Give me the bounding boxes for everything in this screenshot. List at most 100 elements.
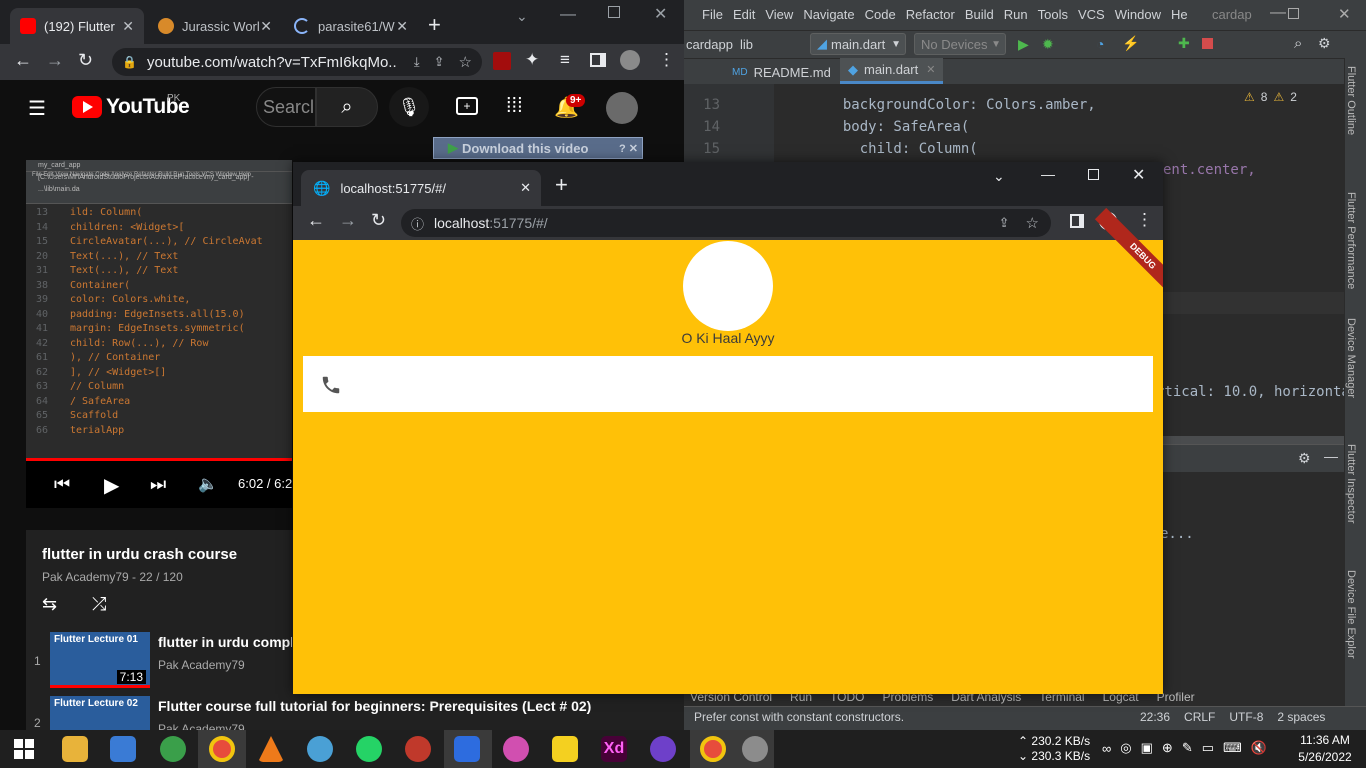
device-select[interactable]: No Devices ▼ [914, 33, 1006, 55]
menu-item[interactable]: Window [1115, 7, 1161, 22]
bookmark-star-icon[interactable]: ☆ [1026, 214, 1039, 232]
debug-icon[interactable]: ✹ [1042, 36, 1054, 53]
tab-youtube[interactable]: (192) Flutter ✕ [10, 8, 144, 44]
tab-parasite[interactable]: parasite61/W ✕ [284, 8, 418, 44]
back-arrow-icon[interactable]: ← [307, 210, 325, 231]
menu-item[interactable]: He [1171, 7, 1188, 22]
settings-app-icon[interactable] [405, 736, 431, 762]
chrome-menu-icon[interactable]: ⋮ [658, 50, 675, 70]
menu-item[interactable]: File [702, 7, 723, 22]
profile-icon[interactable]: ◔ [1096, 36, 1104, 52]
display-icon[interactable]: ▣ [1141, 740, 1153, 756]
gradle-icon[interactable]: ✚ [1178, 35, 1190, 52]
horizontal-scrollbar[interactable] [1152, 436, 1344, 444]
playlist-item-title[interactable]: flutter in urdu comple [158, 634, 292, 650]
youtube-logo-icon[interactable] [72, 96, 102, 118]
globe-app-icon[interactable] [307, 736, 333, 762]
hamburger-menu-icon[interactable]: ☰ [28, 96, 46, 121]
side-panel-icon[interactable] [590, 53, 606, 67]
pen-icon[interactable]: ✎ [1182, 740, 1193, 756]
right-panel-tab[interactable]: Flutter Outline [1345, 66, 1357, 166]
mute-icon[interactable]: 🔇 [1251, 740, 1267, 756]
search-input[interactable]: Searcl [256, 87, 316, 127]
right-panel-tab[interactable]: Device Manager [1345, 318, 1357, 418]
video-progress-bar[interactable] [26, 458, 292, 461]
extensions-puzzle-icon[interactable]: ✦ [525, 50, 539, 70]
caret-position[interactable]: 22:36 [1140, 710, 1170, 724]
play-icon[interactable]: ▶ [104, 473, 119, 498]
forward-arrow-icon[interactable]: → [46, 50, 64, 71]
help-icon[interactable]: ? ✕ [619, 142, 638, 155]
run-icon[interactable]: ▶ [1018, 36, 1029, 53]
tab-main-dart[interactable]: ◆ main.dart ✕ [840, 58, 944, 84]
menu-item[interactable]: Run [1004, 7, 1028, 22]
loop-icon[interactable]: ⇆ [42, 594, 57, 615]
right-panel-tab[interactable]: Flutter Performance [1345, 192, 1357, 292]
minimize-icon[interactable]: — [560, 6, 576, 24]
file-explorer-icon[interactable] [62, 736, 88, 762]
word-app-icon[interactable] [454, 736, 480, 762]
back-arrow-icon[interactable]: ← [14, 50, 32, 71]
keyboard-icon[interactable]: ⌨ [1223, 740, 1242, 756]
close-icon[interactable]: ✕ [520, 180, 531, 196]
profile-avatar[interactable] [620, 50, 640, 70]
menu-item[interactable]: Refactor [906, 7, 955, 22]
close-window-icon[interactable]: ✕ [654, 4, 667, 24]
menu-item[interactable]: Code [865, 7, 896, 22]
status-message[interactable]: Prefer const with constant constructors. [694, 710, 904, 724]
edge-icon[interactable] [160, 736, 186, 762]
address-bar[interactable]: 🔒 youtube.com/watch?v=TxFmI6kqMo... ⤓ ⇪ … [112, 48, 482, 76]
right-panel-tab[interactable]: Device File Explor [1345, 570, 1357, 670]
forward-arrow-icon[interactable]: → [339, 210, 357, 231]
close-window-icon[interactable]: ✕ [1132, 165, 1145, 185]
breadcrumb-lib[interactable]: lib [740, 37, 753, 52]
menu-item[interactable]: View [765, 7, 793, 22]
apps-grid-icon[interactable]: ⁞⁞⁞ [506, 95, 523, 118]
network-icon[interactable]: ⊕ [1162, 740, 1173, 756]
maximize-icon[interactable] [1088, 169, 1099, 180]
tab-search-chevron-icon[interactable]: ⌄ [993, 168, 1005, 185]
close-icon[interactable]: ✕ [260, 18, 272, 35]
audio-extension-icon[interactable] [493, 52, 511, 70]
account-avatar[interactable] [606, 92, 638, 124]
store-icon[interactable] [110, 736, 136, 762]
adobe-xd-icon[interactable]: Xd [601, 736, 627, 762]
github-icon[interactable] [650, 736, 676, 762]
thumbnail-lecture-1[interactable]: Flutter Lecture 01 7:13 [50, 632, 150, 688]
playlist-item-title[interactable]: Flutter course full tutorial for beginne… [158, 698, 591, 714]
chrome-taskbar-icon[interactable] [700, 736, 726, 762]
pp-app-icon[interactable] [552, 736, 578, 762]
close-icon[interactable]: ✕ [396, 18, 408, 35]
whatsapp-icon[interactable] [356, 736, 382, 762]
address-bar[interactable]: ⓘ localhost :51775/#/ ⇪ ☆ [401, 209, 1051, 237]
stop-icon[interactable] [1202, 38, 1213, 49]
start-windows-icon[interactable] [14, 739, 34, 759]
media-queue-icon[interactable]: ≡ [560, 50, 570, 70]
install-icon[interactable]: ⤓ [414, 54, 420, 70]
share-icon[interactable]: ⇪ [999, 215, 1010, 231]
minimize-icon[interactable]: — [1041, 166, 1055, 182]
indent-setting[interactable]: 2 spaces [1277, 710, 1325, 724]
create-video-icon[interactable]: + [456, 97, 478, 115]
menu-item[interactable]: VCS [1078, 7, 1105, 22]
ide-close-icon[interactable]: ✕ [1338, 5, 1351, 23]
menu-item[interactable]: Build [965, 7, 994, 22]
reload-icon[interactable]: ↻ [371, 210, 386, 231]
link-icon[interactable]: ∞ [1102, 741, 1111, 756]
panel-hide-icon[interactable]: — [1324, 448, 1338, 464]
line-separator[interactable]: CRLF [1184, 710, 1215, 724]
misc-app-icon[interactable] [742, 736, 768, 762]
search-everywhere-icon[interactable]: ⌕ [1294, 35, 1302, 52]
playlist-title[interactable]: flutter in urdu crash course [42, 546, 237, 563]
download-video-button[interactable]: ▶ Download this video ? ✕ [433, 137, 643, 159]
menu-item[interactable]: Edit [733, 7, 755, 22]
shuffle-icon[interactable]: ⤮ [92, 594, 106, 615]
panel-settings-icon[interactable]: ⚙ [1298, 450, 1311, 467]
tab-readme[interactable]: MD README.md [724, 60, 839, 84]
clock[interactable]: 11:36 AM 5/26/2022 [1290, 732, 1360, 766]
run-config-select[interactable]: ◢ main.dart ▼ [810, 33, 906, 55]
ide-minimize-icon[interactable]: — [1270, 4, 1286, 22]
tray-app-icon[interactable]: ◎ [1120, 740, 1131, 756]
search-icon[interactable]: ⌕ [316, 87, 378, 127]
maximize-icon[interactable] [608, 6, 620, 18]
